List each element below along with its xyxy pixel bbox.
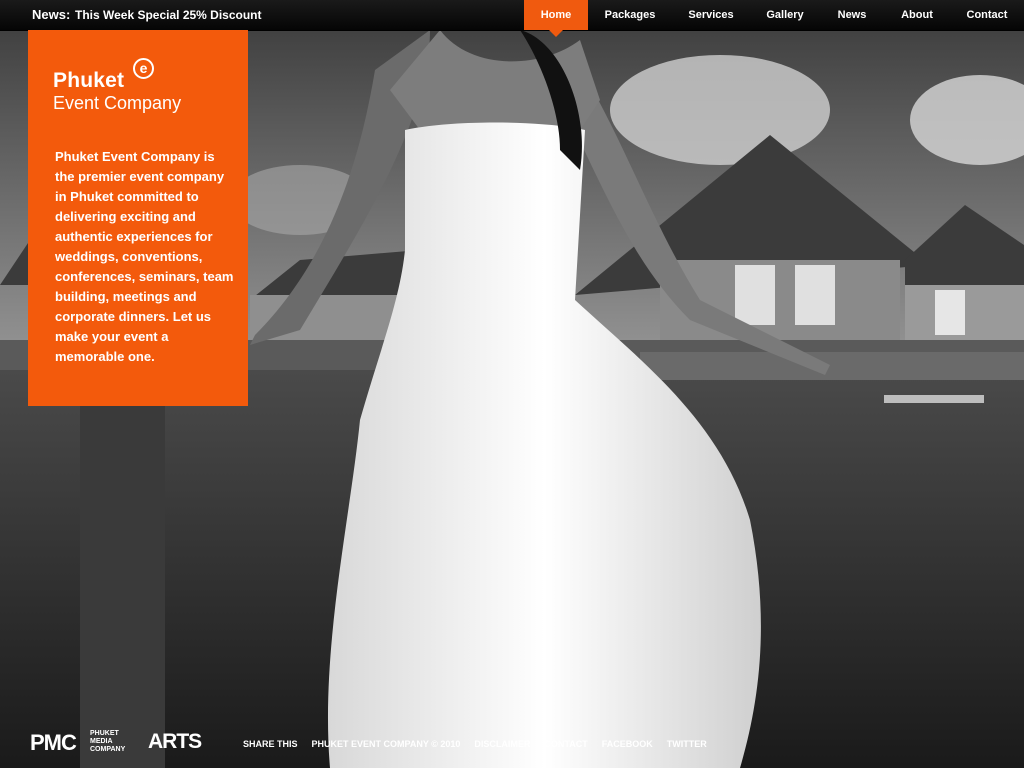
- intro-panel: Phuket e Event Company Phuket Event Comp…: [28, 30, 248, 406]
- footer-links: SHARE THIS PHUKET EVENT COMPANY © 2010 D…: [243, 739, 721, 749]
- company-description: Phuket Event Company is the premier even…: [55, 149, 234, 364]
- pmc-logo[interactable]: PMC: [30, 730, 77, 756]
- nav-packages[interactable]: Packages: [588, 0, 672, 30]
- footer-link-twitter[interactable]: TWITTER: [667, 739, 707, 749]
- arts-logo[interactable]: ARTS: [148, 730, 202, 754]
- footer: PMC PHUKET MEDIA COMPANY ARTS SHARE THIS…: [0, 728, 1024, 768]
- nav-news[interactable]: News: [820, 0, 884, 30]
- news-label: News:: [32, 7, 71, 22]
- company-logo[interactable]: Phuket e Event Company: [53, 58, 182, 114]
- footer-link-facebook[interactable]: FACEBOOK: [602, 739, 653, 749]
- logo-main-text: Phuket: [53, 69, 125, 92]
- logo-sub-text: Event Company: [53, 93, 182, 113]
- news-ticker[interactable]: This Week Special 25% Discount: [75, 8, 262, 22]
- footer-link-share[interactable]: SHARE THIS: [243, 739, 298, 749]
- logo-e-icon: e: [133, 58, 154, 79]
- pmc-logo-subtitle: PHUKET MEDIA COMPANY: [90, 730, 126, 753]
- main-nav: Home Packages Services Gallery News Abou…: [524, 0, 1024, 37]
- top-bar: News: This Week Special 25% Discount Hom…: [0, 0, 1024, 37]
- nav-about[interactable]: About: [884, 0, 950, 30]
- nav-gallery[interactable]: Gallery: [750, 0, 820, 30]
- nav-services[interactable]: Services: [672, 0, 750, 30]
- footer-link-contact[interactable]: CONTACT: [544, 739, 587, 749]
- footer-link-disclaimer[interactable]: DISCLAIMER: [474, 739, 530, 749]
- nav-contact[interactable]: Contact: [950, 0, 1024, 30]
- nav-home[interactable]: Home: [524, 0, 588, 37]
- footer-link-copyright[interactable]: PHUKET EVENT COMPANY © 2010: [312, 739, 461, 749]
